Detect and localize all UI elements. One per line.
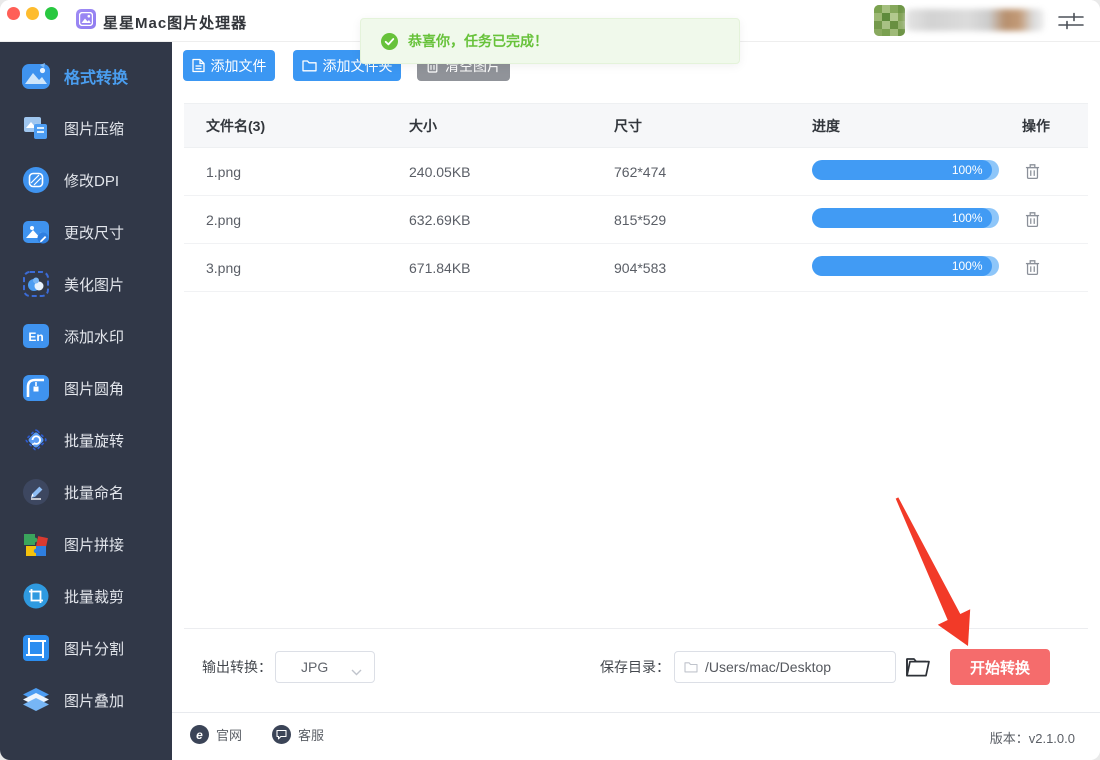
split-icon bbox=[21, 633, 51, 663]
toast-message: 恭喜你，任务已完成！ bbox=[408, 31, 548, 51]
table-row: 3.png 671.84KB 904*583 100% bbox=[184, 244, 1088, 292]
sidebar-item-5[interactable]: 美化图片 bbox=[0, 258, 172, 310]
file-dimensions: 815*529 bbox=[614, 212, 812, 228]
table-header-cell: 文件名(3) bbox=[206, 116, 409, 136]
file-dimensions: 904*583 bbox=[614, 260, 812, 276]
beautify-icon bbox=[21, 269, 51, 299]
app-title: 星星Mac图片处理器 bbox=[103, 12, 247, 33]
official-site-link[interactable]: e 官网 bbox=[190, 725, 242, 744]
progress-value: 100% bbox=[952, 259, 983, 273]
watermark-icon: En bbox=[21, 321, 51, 351]
start-convert-button[interactable]: 开始转换 bbox=[950, 649, 1050, 685]
format-select[interactable]: JPG bbox=[275, 651, 375, 683]
close-window-button[interactable] bbox=[7, 7, 20, 20]
sidebar-item-2[interactable]: 图片压缩 bbox=[0, 102, 172, 154]
chevron-down-icon bbox=[351, 663, 362, 681]
rotate-icon bbox=[21, 425, 51, 455]
file-size: 632.69KB bbox=[409, 212, 614, 228]
minimize-window-button[interactable] bbox=[26, 7, 39, 20]
settings-sliders-icon[interactable] bbox=[1058, 10, 1084, 32]
save-dir-label: 保存目录： bbox=[600, 657, 670, 677]
sidebar-item-10[interactable]: 图片拼接 bbox=[0, 518, 172, 570]
sidebar-item-11[interactable]: 批量裁剪 bbox=[0, 570, 172, 622]
success-toast: 恭喜你，任务已完成！ bbox=[360, 18, 740, 64]
folder-icon bbox=[302, 59, 317, 72]
save-path-input[interactable] bbox=[705, 659, 875, 675]
app-logo-icon bbox=[76, 9, 96, 29]
format-select-value: JPG bbox=[301, 659, 328, 675]
sidebar-item-13[interactable]: 图片叠加 bbox=[0, 674, 172, 726]
svg-text:En: En bbox=[28, 330, 43, 344]
table-row: 1.png 240.05KB 762*474 100% bbox=[184, 148, 1088, 196]
progress-value: 100% bbox=[952, 163, 983, 177]
add-file-button[interactable]: 添加文件 bbox=[183, 50, 275, 81]
puzzle-icon bbox=[21, 529, 51, 559]
sidebar-item-9[interactable]: 批量命名 bbox=[0, 466, 172, 518]
sidebar-item-3[interactable]: 修改DPI bbox=[0, 154, 172, 206]
username-blurred bbox=[906, 9, 1044, 31]
sidebar-item-6[interactable]: En 添加水印 bbox=[0, 310, 172, 362]
sidebar-item-1[interactable]: 格式转换 bbox=[0, 50, 172, 102]
table-header-cell: 操作 bbox=[1022, 116, 1088, 136]
folder-small-icon bbox=[684, 661, 698, 673]
zoom-window-button[interactable] bbox=[45, 7, 58, 20]
table-header-cell: 尺寸 bbox=[614, 116, 812, 136]
progress-bar: 100% bbox=[812, 160, 999, 180]
check-circle-icon bbox=[381, 33, 398, 50]
file-table: 文件名(3)大小尺寸进度操作 1.png 240.05KB 762*474 10… bbox=[184, 103, 1088, 292]
chat-icon bbox=[272, 725, 291, 744]
file-name: 1.png bbox=[206, 164, 409, 180]
round-corner-icon bbox=[21, 373, 51, 403]
browse-folder-icon[interactable] bbox=[905, 655, 931, 679]
crop-icon bbox=[21, 581, 51, 611]
format-convert-icon bbox=[21, 61, 51, 91]
file-name: 3.png bbox=[206, 260, 409, 276]
sidebar: 格式转换 图片压缩 修改DPI 更改尺寸 美化图片 En 添加水印 图片圆角 批… bbox=[0, 42, 172, 760]
delete-row-trash-icon[interactable] bbox=[1025, 163, 1041, 181]
sidebar-item-12[interactable]: 图片分割 bbox=[0, 622, 172, 674]
progress-bar: 100% bbox=[812, 256, 999, 276]
delete-row-trash-icon[interactable] bbox=[1025, 259, 1041, 277]
bottom-controls: 输出转换： JPG 保存目录： 开始转换 bbox=[184, 628, 1088, 712]
resize-icon bbox=[21, 217, 51, 247]
globe-icon: e bbox=[190, 725, 209, 744]
document-icon bbox=[192, 58, 205, 73]
dpi-icon bbox=[21, 165, 51, 195]
sidebar-item-8[interactable]: 批量旋转 bbox=[0, 414, 172, 466]
image-compress-icon bbox=[21, 113, 51, 143]
save-path-field[interactable] bbox=[674, 651, 896, 683]
progress-bar: 100% bbox=[812, 208, 999, 228]
file-size: 671.84KB bbox=[409, 260, 614, 276]
file-size: 240.05KB bbox=[409, 164, 614, 180]
customer-service-link[interactable]: 客服 bbox=[272, 725, 324, 744]
delete-row-trash-icon[interactable] bbox=[1025, 211, 1041, 229]
user-avatar[interactable] bbox=[874, 5, 905, 36]
file-dimensions: 762*474 bbox=[614, 164, 812, 180]
table-header-row: 文件名(3)大小尺寸进度操作 bbox=[184, 103, 1088, 148]
app-window: 星星Mac图片处理器 格式转换 图片压缩 修改DPI 更改尺寸 美化图片 En … bbox=[0, 0, 1100, 760]
output-format-label: 输出转换： bbox=[202, 657, 272, 677]
overlay-icon bbox=[21, 685, 51, 715]
table-row: 2.png 632.69KB 815*529 100% bbox=[184, 196, 1088, 244]
file-name: 2.png bbox=[206, 212, 409, 228]
footer: e 官网 客服 版本：v2.1.0.0 bbox=[172, 712, 1100, 760]
progress-value: 100% bbox=[952, 211, 983, 225]
table-header-cell: 进度 bbox=[812, 116, 1022, 136]
sidebar-item-4[interactable]: 更改尺寸 bbox=[0, 206, 172, 258]
rename-icon bbox=[21, 477, 51, 507]
sidebar-item-7[interactable]: 图片圆角 bbox=[0, 362, 172, 414]
version-text: 版本：v2.1.0.0 bbox=[990, 728, 1075, 747]
table-header-cell: 大小 bbox=[409, 116, 614, 136]
